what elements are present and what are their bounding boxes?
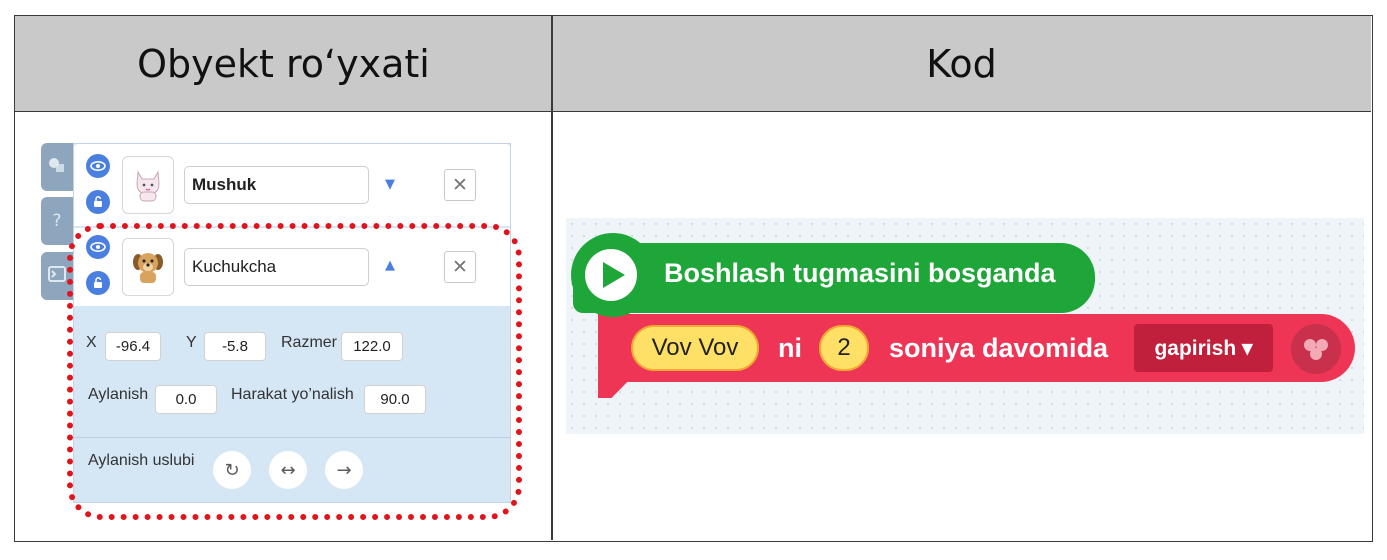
object-name-field[interactable]: Mushuk: [184, 166, 369, 204]
unlock-icon[interactable]: [86, 190, 110, 214]
looks-category-icon: [1291, 324, 1341, 374]
delete-object-button[interactable]: ✕: [444, 169, 476, 201]
rotation-label: Aylanish: [88, 386, 149, 403]
say-duration-label: soniya davomida: [889, 333, 1109, 363]
flip-horizontal-button[interactable]: ↔: [269, 451, 307, 489]
sidebar-tab-objects[interactable]: [41, 143, 73, 191]
close-icon: ✕: [452, 256, 468, 278]
say-text-input[interactable]: Vov Vov: [631, 325, 759, 371]
eye-icon[interactable]: [86, 235, 110, 259]
dog-thumbnail: [122, 238, 174, 296]
properties-divider: [74, 437, 510, 438]
no-rotation-button[interactable]: →: [325, 451, 363, 489]
object-name-field[interactable]: Kuchukcha: [184, 248, 369, 286]
column-divider: [551, 16, 553, 540]
say-ni-label: ni: [778, 333, 802, 363]
header-object-list: Obyekt ro‘yxati: [15, 16, 552, 112]
delete-object-button[interactable]: ✕: [444, 251, 476, 283]
right-arrow-icon: →: [336, 459, 352, 481]
header-code: Kod: [552, 16, 1371, 112]
size-input[interactable]: 122.0: [341, 332, 403, 361]
say-seconds-input[interactable]: 2: [819, 325, 869, 371]
say-mode-dropdown[interactable]: gapirish ▾: [1134, 324, 1273, 372]
y-label: Y: [186, 334, 197, 351]
question-icon: ?: [52, 211, 62, 231]
terminal-icon: [48, 265, 66, 287]
close-icon: ✕: [452, 174, 468, 196]
play-icon: [603, 262, 625, 288]
left-right-arrow-icon: ↔: [280, 459, 296, 481]
eye-icon[interactable]: [86, 154, 110, 178]
sidebar-tab-terminal[interactable]: [41, 252, 73, 300]
shapes-icon: [48, 156, 66, 179]
sidebar-tab-help[interactable]: ?: [41, 197, 73, 245]
y-input[interactable]: -5.8: [204, 332, 266, 361]
direction-label: Harakat yo’nalish: [231, 386, 354, 403]
direction-input[interactable]: 90.0: [364, 385, 426, 414]
chevron-up-icon[interactable]: ▲: [385, 258, 395, 273]
x-label: X: [86, 334, 97, 351]
hat-block-label: Boshlash tugmasini bosganda: [664, 258, 1056, 288]
rotate-free-button[interactable]: ↻: [213, 451, 251, 489]
chevron-down-icon[interactable]: ▼: [385, 177, 395, 192]
cat-thumbnail: [122, 156, 174, 214]
size-label: Razmer: [281, 334, 338, 351]
unlock-icon[interactable]: [86, 271, 110, 295]
rotate-icon: ↻: [224, 459, 240, 481]
rotation-style-label: Aylanish uslubi: [88, 452, 195, 469]
rotation-input[interactable]: 0.0: [155, 385, 217, 414]
x-input[interactable]: -96.4: [105, 332, 161, 361]
